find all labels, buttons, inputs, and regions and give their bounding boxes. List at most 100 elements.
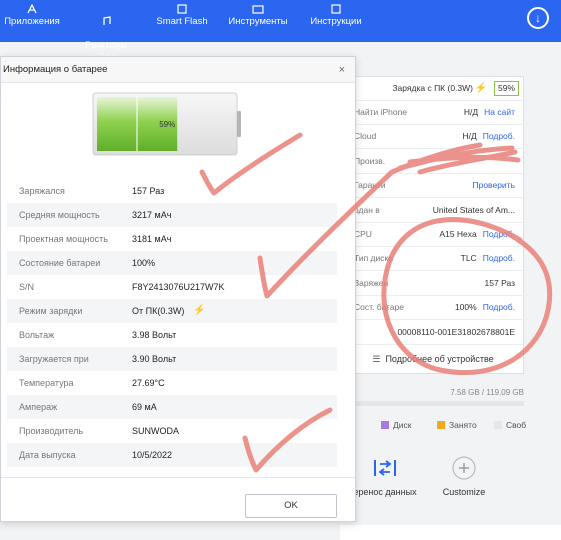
device-info-value: United States of Am... bbox=[432, 204, 515, 215]
battery-info-label: Загружается при bbox=[19, 354, 89, 364]
transfer-data-label: еренос данных bbox=[353, 487, 417, 497]
device-info-label: Сост. батаре bbox=[354, 302, 404, 313]
battery-info-value: 3181 мАч bbox=[132, 234, 172, 244]
list-icon: ☰ bbox=[372, 354, 381, 364]
device-info-label: Гаранти bbox=[354, 180, 386, 191]
device-details-button[interactable]: ☰ Подробнее об устройстве bbox=[341, 345, 525, 373]
battery-info-value: F8Y2413076U217W7K bbox=[132, 282, 225, 292]
transfer-icon bbox=[374, 460, 396, 476]
device-info-value: A15 Hexa bbox=[439, 229, 477, 239]
device-info-row: Найти iPhone Н/Д На сайт bbox=[341, 101, 525, 125]
legend-disk-label: Диск bbox=[393, 420, 412, 430]
device-info-label: CPU bbox=[354, 229, 372, 239]
battery-info-value: 3.98 Вольт bbox=[132, 330, 177, 340]
legend-used-label: Занято bbox=[449, 420, 477, 430]
battery-info-value: 157 Раз bbox=[132, 186, 165, 196]
device-info-value: Н/Д bbox=[462, 131, 477, 142]
device-info-row: Произв. bbox=[341, 150, 525, 174]
battery-info-value: 69 мА bbox=[132, 402, 157, 412]
battery-info-value: 100% bbox=[132, 258, 156, 268]
device-info-link[interactable]: Подроб. bbox=[483, 229, 515, 239]
device-info-value: 100% bbox=[454, 302, 477, 313]
battery-info-value: 3217 мАч bbox=[132, 210, 172, 220]
legend-free-swatch bbox=[494, 421, 502, 429]
device-info-row: Гаранти Проверить bbox=[341, 174, 525, 199]
dialog-title: Информация о батарее bbox=[3, 64, 108, 75]
nav-ringtones[interactable]: Рингтоны и Обои bbox=[78, 4, 134, 64]
device-info-link[interactable]: Подроб. bbox=[483, 302, 515, 312]
battery-info-label: Дата выпуска bbox=[19, 450, 76, 460]
device-info-link[interactable]: Подроб. bbox=[483, 253, 515, 263]
device-info-label: Произв. bbox=[354, 155, 386, 166]
battery-info-value: SUNWODA bbox=[132, 426, 179, 436]
customize-label: Customize bbox=[442, 487, 486, 497]
device-info-label: Тип диска bbox=[354, 253, 394, 264]
tools-icon bbox=[252, 5, 264, 14]
nav-smart-flash[interactable]: Smart Flash bbox=[152, 4, 212, 28]
battery-info-row: Дата выпуска 10/5/2022 bbox=[7, 443, 337, 467]
download-icon[interactable]: ↓ bbox=[527, 7, 549, 29]
device-info-link[interactable]: Проверить bbox=[472, 180, 515, 190]
battery-info-label: Ампераж bbox=[19, 402, 58, 412]
app-toolbar: Приложения Рингтоны и Обои Smart Flash И… bbox=[0, 0, 561, 63]
device-info-row: CPU A15 Hexa Подроб. bbox=[341, 223, 525, 247]
device-info-value: TLC bbox=[460, 253, 477, 264]
legend-used-swatch bbox=[437, 421, 445, 429]
device-info-value: 00008110-001E31802678801E bbox=[397, 326, 515, 337]
customize-tool[interactable]: Customize bbox=[432, 455, 496, 497]
instructions-icon bbox=[331, 4, 341, 14]
lightning-icon: ⚡ bbox=[193, 305, 206, 316]
legend-used: Занято bbox=[437, 420, 477, 430]
battery-info-label: Средняя мощность bbox=[19, 210, 100, 220]
battery-info-value: 27.69°C bbox=[132, 378, 165, 388]
battery-info-row: Производитель SUNWODA bbox=[7, 419, 337, 443]
storage-bar bbox=[340, 401, 524, 406]
plus-icon bbox=[452, 456, 476, 480]
device-info-link[interactable]: На сайт bbox=[484, 107, 515, 117]
battery-info-row: Температура 27.69°C bbox=[7, 371, 337, 395]
legend-disk: Диск bbox=[381, 420, 411, 430]
device-details-label: Подробнее об устройстве bbox=[385, 354, 494, 364]
battery-info-row: Режим зарядки От ПК(0.3W) ⚡ bbox=[7, 299, 337, 323]
nav-instructions[interactable]: Инструкции bbox=[304, 4, 368, 28]
nav-tools[interactable]: Инструменты bbox=[224, 4, 292, 28]
battery-info-row: Загружается при 3.90 Вольт bbox=[7, 347, 337, 371]
device-info-row: Сост. батаре 100% Подроб. bbox=[341, 296, 525, 321]
nav-apps[interactable]: Приложения bbox=[2, 4, 62, 28]
charging-label: Зарядка с ПК (0.3W) bbox=[392, 83, 473, 93]
device-info-label: одан в bbox=[354, 204, 380, 215]
battery-info-row: Вольтаж 3.98 Вольт bbox=[7, 323, 337, 347]
nav-tools-label: Инструменты bbox=[228, 16, 288, 27]
device-info-row: Заряжен 157 Раз bbox=[341, 272, 525, 296]
lightning-icon: ⚡ bbox=[474, 83, 487, 94]
device-info-label: Найти iPhone bbox=[354, 107, 408, 117]
dialog-title-bar: Информация о батарее × bbox=[1, 57, 355, 83]
battery-info-row: S/N F8Y2413076U217W7K bbox=[7, 275, 337, 299]
legend-disk-swatch bbox=[381, 421, 389, 429]
battery-info-row: Средняя мощность 3217 мАч bbox=[7, 203, 337, 227]
device-info-value: 157 Раз bbox=[484, 277, 515, 288]
battery-info-label: Вольтаж bbox=[19, 330, 55, 340]
close-icon[interactable]: × bbox=[339, 57, 345, 83]
battery-info-value: От ПК(0.3W) bbox=[132, 306, 185, 316]
battery-info-label: Проектная мощность bbox=[19, 234, 108, 244]
legend-free-label: Своб bbox=[506, 420, 527, 430]
device-info-link[interactable]: Подроб. bbox=[483, 131, 515, 141]
device-info-label: Заряжен bbox=[354, 277, 389, 288]
battery-info-label: S/N bbox=[19, 282, 35, 292]
nav-instructions-label: Инструкции bbox=[310, 16, 362, 27]
battery-info-label: Состояние батареи bbox=[19, 258, 101, 268]
device-info-row: одан в United States of Am... bbox=[341, 199, 525, 223]
battery-info-dialog: Информация о батарее × 59% Заряжался 157 … bbox=[0, 56, 356, 522]
battery-info-row: Ампераж 69 мА bbox=[7, 395, 337, 419]
battery-info-row: Проектная мощность 3181 мАч bbox=[7, 227, 337, 251]
device-info-row: Тип диска TLC Подроб. bbox=[341, 247, 525, 272]
storage-text: 7.58 GB / 119.09 GB bbox=[450, 388, 524, 397]
device-info-panel: Зарядка с ПК (0.3W) ⚡ 59% Найти iPhone Н/… bbox=[340, 76, 525, 374]
device-info-label: Cloud bbox=[354, 131, 377, 142]
device-info-value: Н/Д bbox=[463, 107, 479, 117]
ringtone-icon bbox=[103, 16, 111, 25]
battery-info-value: 10/5/2022 bbox=[132, 450, 173, 460]
ok-button[interactable]: OK bbox=[245, 494, 337, 518]
legend-free: Своб bbox=[494, 420, 526, 430]
